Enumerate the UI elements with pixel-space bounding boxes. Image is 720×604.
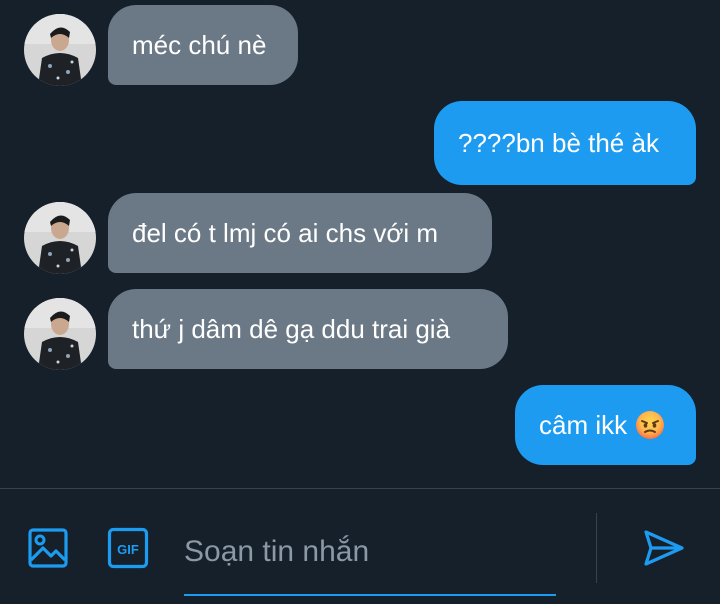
send-button[interactable] [642,527,686,569]
message-text: ????bn bè thé àk [458,128,659,158]
message-input[interactable] [184,524,556,580]
send-icon [644,530,684,566]
angry-face-emoji-icon [636,411,665,439]
message-text: méc chú nè [132,30,267,60]
image-icon [28,528,68,568]
message-text: câm ikk [539,410,628,440]
avatar[interactable] [24,14,96,86]
message-text: thứ j dâm dê gạ ddu trai già [132,314,451,344]
message-list: méc chú nè ????bn bè thé àk đel có t lmj… [0,0,720,488]
message-text: đel có t lmj có ai chs với m [132,218,439,248]
message-composer: GIF [0,488,720,604]
message-bubble-outgoing[interactable]: câm ikk [515,385,696,465]
gif-label: GIF [117,542,139,557]
divider [596,513,597,583]
avatar[interactable] [24,202,96,274]
message-input-wrapper [184,524,556,596]
gif-button[interactable]: GIF [107,527,149,569]
gif-icon: GIF [107,527,149,569]
message-bubble-incoming[interactable]: méc chú nè [108,5,298,85]
avatar[interactable] [24,298,96,370]
image-button[interactable] [27,527,69,569]
message-bubble-incoming[interactable]: đel có t lmj có ai chs với m [108,193,492,273]
message-bubble-outgoing[interactable]: ????bn bè thé àk [434,101,696,185]
message-bubble-incoming[interactable]: thứ j dâm dê gạ ddu trai già [108,289,508,369]
